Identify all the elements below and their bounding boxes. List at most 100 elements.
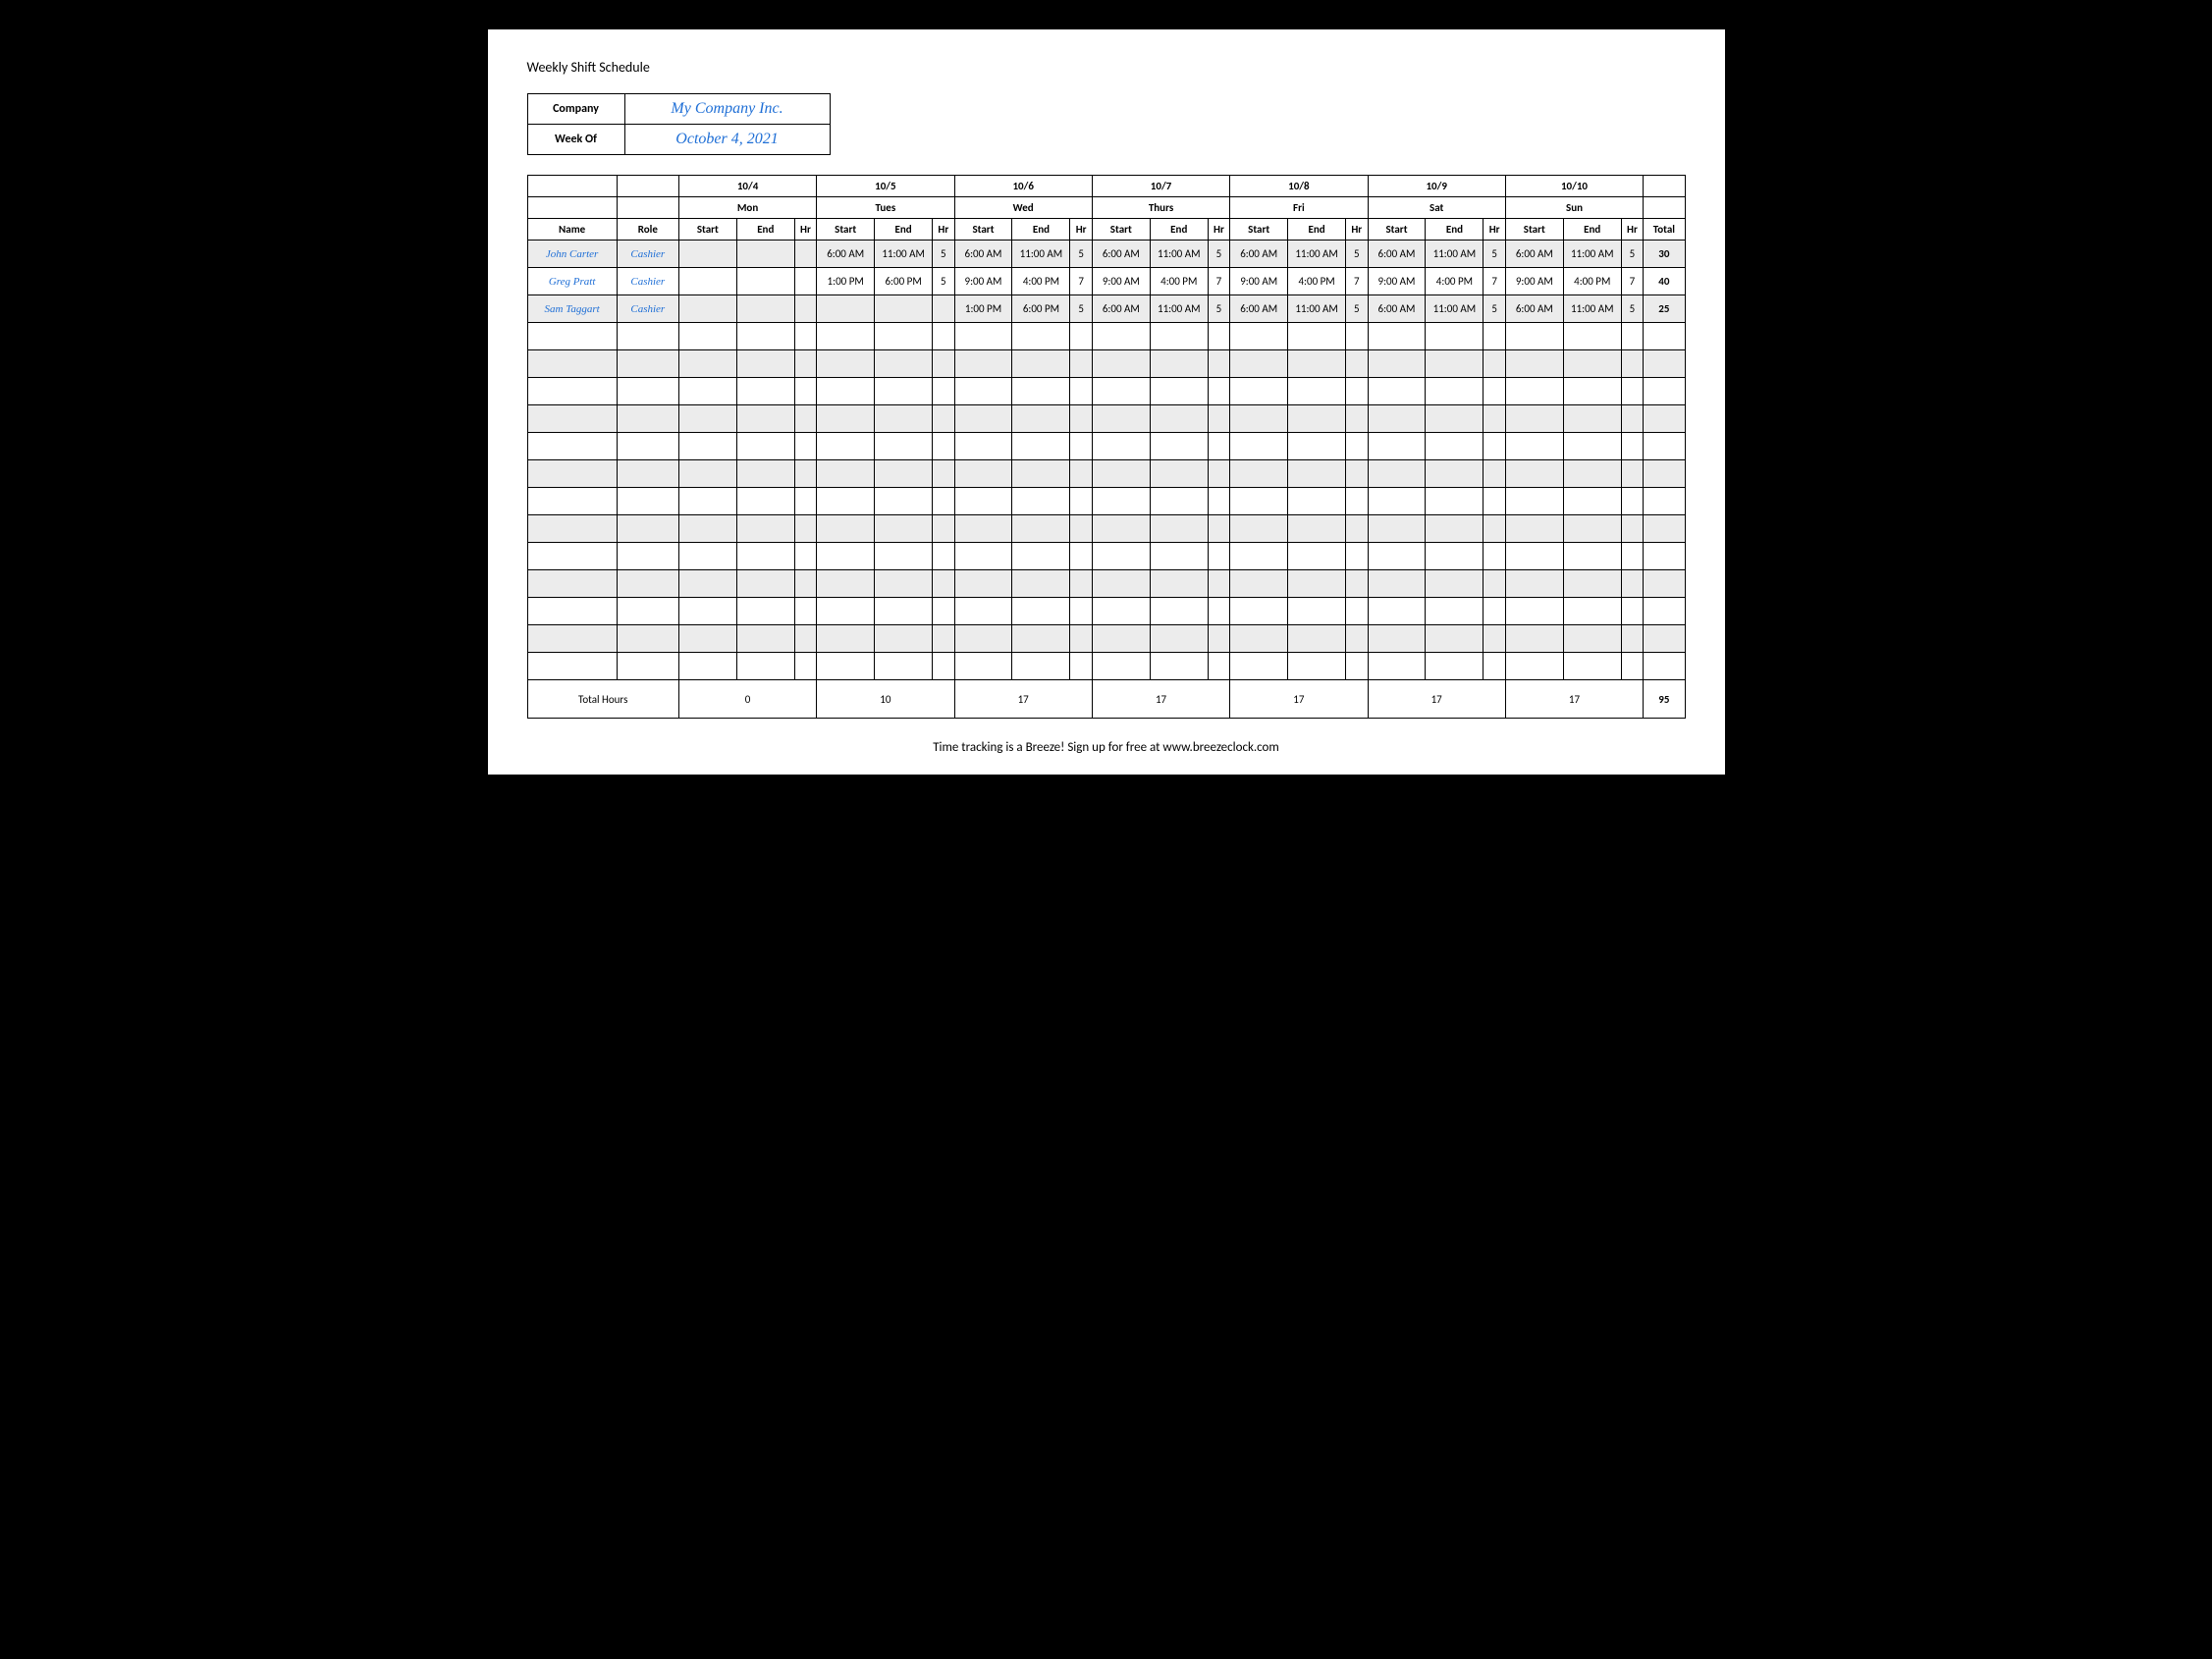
meta-week-label: Week Of (527, 125, 624, 155)
cell-start: 6:00 AM (1230, 295, 1288, 323)
cell-end (1012, 625, 1070, 653)
employee-name (527, 350, 617, 378)
col-start: Start (817, 219, 875, 241)
cell-end (1563, 378, 1621, 405)
cell-end (736, 350, 794, 378)
employee-name: Sam Taggart (527, 295, 617, 323)
dayname-header: Sat (1368, 197, 1505, 219)
cell-total (1644, 350, 1685, 378)
cell-start: 6:00 AM (954, 241, 1012, 268)
col-start: Start (678, 219, 736, 241)
cell-hr (933, 515, 954, 543)
cell-start (1092, 515, 1150, 543)
cell-start (954, 350, 1012, 378)
cell-start (817, 295, 875, 323)
cell-start (1368, 323, 1426, 350)
cell-end (1012, 405, 1070, 433)
cell-start (678, 570, 736, 598)
cell-end (1426, 625, 1484, 653)
cell-end (1012, 323, 1070, 350)
cell-end (875, 323, 933, 350)
cell-end: 4:00 PM (1563, 268, 1621, 295)
cell-start (678, 543, 736, 570)
meta-company-label: Company (527, 94, 624, 125)
cell-start (1230, 653, 1288, 680)
totals-day: 17 (1505, 680, 1643, 719)
cell-end (736, 323, 794, 350)
cell-hr (1621, 653, 1643, 680)
cell-end (1288, 570, 1346, 598)
blank (1644, 176, 1685, 197)
cell-hr (1346, 488, 1368, 515)
cell-start (678, 598, 736, 625)
cell-end (875, 295, 933, 323)
col-total: Total (1644, 219, 1685, 241)
cell-start (954, 488, 1012, 515)
cell-hr (794, 543, 816, 570)
col-end: End (1426, 219, 1484, 241)
employee-name (527, 323, 617, 350)
table-row: John CarterCashier6:00 AM11:00 AM56:00 A… (527, 241, 1685, 268)
cell-start (1505, 653, 1563, 680)
cell-total: 40 (1644, 268, 1685, 295)
cell-end: 11:00 AM (1150, 241, 1208, 268)
cell-hr (1070, 378, 1092, 405)
cell-start (678, 323, 736, 350)
cell-hr (1484, 323, 1505, 350)
cell-start (1230, 543, 1288, 570)
table-row (527, 653, 1685, 680)
employee-name (527, 598, 617, 625)
cell-end (1563, 405, 1621, 433)
cell-hr (1621, 323, 1643, 350)
cell-end: 11:00 AM (1012, 241, 1070, 268)
table-row (527, 570, 1685, 598)
employee-role (617, 598, 678, 625)
cell-hr (933, 405, 954, 433)
cell-end (1563, 515, 1621, 543)
cell-total (1644, 515, 1685, 543)
cell-end (1288, 653, 1346, 680)
cell-hr (1621, 488, 1643, 515)
cell-hr (1621, 570, 1643, 598)
cell-hr (933, 295, 954, 323)
cell-hr (1621, 405, 1643, 433)
cell-hr (1346, 653, 1368, 680)
cell-end (875, 515, 933, 543)
col-end: End (875, 219, 933, 241)
cell-hr (1070, 515, 1092, 543)
meta-company-value: My Company Inc. (624, 94, 830, 125)
cell-end (1426, 598, 1484, 625)
cell-hr (1346, 405, 1368, 433)
date-header: 10/7 (1092, 176, 1229, 197)
cell-hr (1070, 405, 1092, 433)
cell-start (1092, 405, 1150, 433)
table-row (527, 405, 1685, 433)
cell-end (1288, 405, 1346, 433)
cell-start (1368, 488, 1426, 515)
employee-role (617, 488, 678, 515)
cell-hr (1621, 378, 1643, 405)
cell-start (817, 570, 875, 598)
cell-hr (1070, 625, 1092, 653)
cell-start: 6:00 AM (817, 241, 875, 268)
cell-start (1505, 350, 1563, 378)
cell-end (1426, 378, 1484, 405)
cell-end (736, 625, 794, 653)
cell-hr (794, 625, 816, 653)
cell-start (678, 488, 736, 515)
meta-table: Company My Company Inc. Week Of October … (527, 93, 831, 155)
cell-start (1092, 570, 1150, 598)
cell-start (1230, 598, 1288, 625)
col-start: Start (1092, 219, 1150, 241)
cell-start (817, 433, 875, 460)
cell-end: 4:00 PM (1426, 268, 1484, 295)
cell-end (1288, 515, 1346, 543)
cell-end (1012, 433, 1070, 460)
col-end: End (1563, 219, 1621, 241)
cell-hr (794, 295, 816, 323)
cell-end (1563, 653, 1621, 680)
cell-end (875, 433, 933, 460)
cell-hr (794, 460, 816, 488)
page-title: Weekly Shift Schedule (527, 59, 1686, 76)
table-row (527, 378, 1685, 405)
